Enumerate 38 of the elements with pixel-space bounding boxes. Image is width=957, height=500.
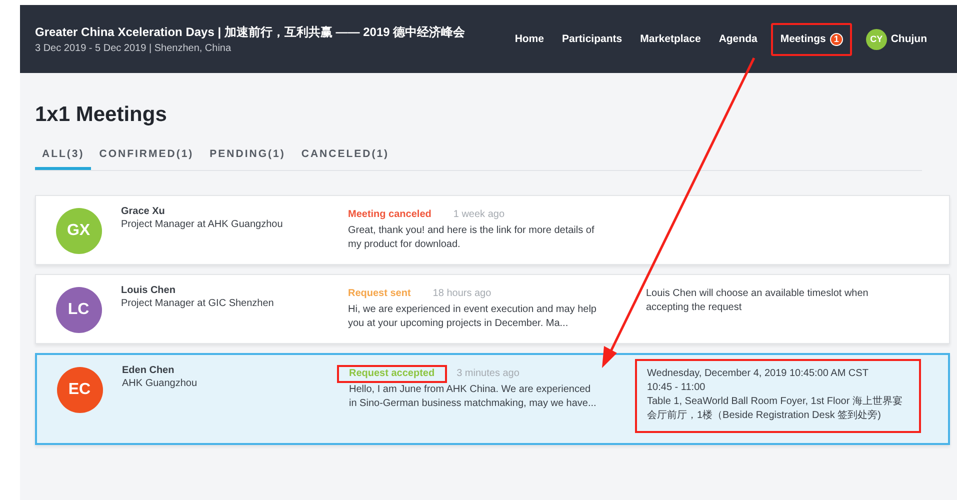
contact-name: Eden Chen: [122, 365, 176, 376]
contact-name: Grace Xu: [121, 206, 166, 217]
event-title: Greater China Xceleration Days | 加速前行，互利共赢 —— 2019 德中经济峰会: [35, 24, 466, 40]
meeting-detail: Table 1, SeaWorld Ball Room Foyer, 1st Floor 海上世界宴会厅前厅，1楼（Beside Registration Desk 签到处旁): [647, 395, 904, 423]
nav-link[interactable]: Agenda: [710, 23, 766, 55]
filter-tab[interactable]: ALL(3): [35, 139, 92, 170]
contact-role: Project Manager at AHK Guangzhou: [121, 219, 284, 230]
time-ago: 1 week ago: [453, 208, 505, 222]
contact-role: Project Manager at GIC Shenzhen: [121, 298, 275, 309]
meeting-card[interactable]: [35, 353, 950, 445]
status-label: Meeting canceled: [347, 208, 432, 222]
meeting-card[interactable]: GX Grace Xu Project Manager at AHK Guangzhou Meeting canceled 1 week ago Great, thank you! and here is the link for more details of my product for download.: [35, 195, 950, 265]
contact-role: AHK Guangzhou: [122, 378, 198, 389]
nav-link[interactable]: Meetings 1: [771, 22, 852, 56]
contact-avatar: GX: [56, 208, 102, 254]
status-label: Request accepted: [337, 365, 447, 383]
page-title: 1x1 Meetings: [35, 103, 168, 127]
nav-link[interactable]: Participants: [553, 23, 632, 55]
message-preview: Great, thank you! and here is the link for more details of my product for download.: [348, 224, 596, 252]
meeting-detail: Wednesday, December 4, 2019 10:45:00 AM CST: [647, 367, 870, 381]
user-name[interactable]: Chujun: [890, 33, 927, 45]
meeting-detail: 10:45 - 11:00: [647, 381, 706, 395]
status-label: Request sent: [347, 287, 412, 301]
meeting-detail: Louis Chen will choose an available timeslot when accepting the request: [646, 287, 870, 315]
nav-link[interactable]: Home: [506, 23, 553, 55]
filter-tab[interactable]: CONFIRMED(1): [91, 139, 202, 170]
time-ago: 18 hours ago: [432, 287, 492, 301]
message-preview: Hi, we are experienced in event execution and may help you at your upcoming projects in December. Ma...: [348, 303, 598, 331]
contact-avatar: LC: [56, 287, 102, 333]
count-badge: 1: [830, 32, 843, 46]
nav-link[interactable]: Marketplace: [631, 23, 710, 55]
filter-tab[interactable]: CANCELED(1): [293, 139, 398, 170]
message-preview: Hello, I am June from AHK China. We are experienced in Sino-German business matchmaking, may we have...: [349, 383, 598, 411]
event-dates: 3 Dec 2019 - 5 Dec 2019 | Shenzhen, China: [35, 43, 232, 54]
contact-name: Louis Chen: [121, 285, 176, 296]
time-ago: 3 minutes ago: [456, 367, 520, 381]
filter-tab[interactable]: PENDING(1): [202, 139, 294, 170]
contact-avatar: EC: [56, 367, 102, 413]
